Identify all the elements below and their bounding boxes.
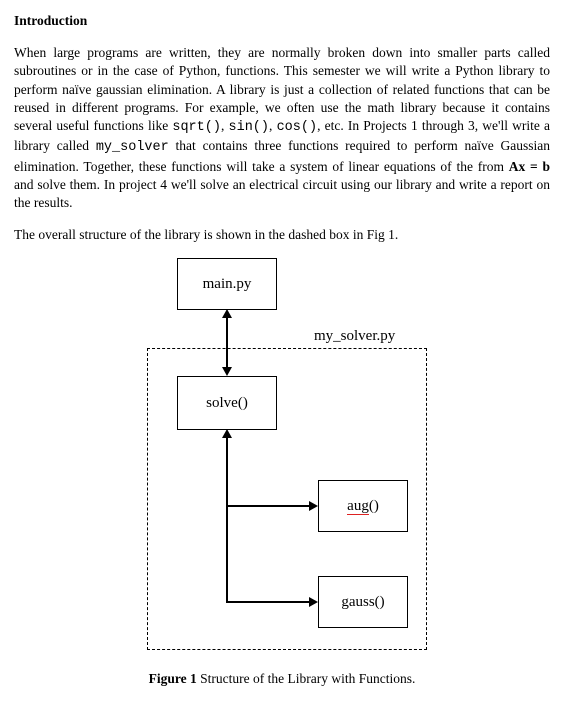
- intro-paragraph-1: When large programs are written, they ar…: [14, 44, 550, 212]
- figure-number: Figure 1: [149, 671, 197, 686]
- box-label: main.py: [203, 274, 252, 294]
- gauss-box: gauss(): [318, 576, 408, 628]
- arrow-up-icon: [222, 309, 232, 318]
- aug-underline: aug: [347, 499, 369, 515]
- connector-line: [226, 505, 310, 507]
- diagram: my_solver.py main.py solve() aug() gauss…: [132, 258, 432, 658]
- arrow-right-icon: [309, 501, 318, 511]
- code-my-solver: my_solver: [96, 140, 169, 155]
- connector-line: [226, 601, 310, 603]
- figure-1: my_solver.py main.py solve() aug() gauss…: [132, 258, 432, 688]
- aug-box: aug(): [318, 480, 408, 532]
- intro-paragraph-2: The overall structure of the library is …: [14, 226, 550, 244]
- text: ,: [221, 118, 229, 133]
- solve-box: solve(): [177, 376, 277, 430]
- code-sin: sin(): [229, 120, 270, 135]
- arrow-right-icon: [309, 597, 318, 607]
- connector-line: [226, 316, 228, 370]
- box-label: solve(): [206, 393, 248, 413]
- text: and solve them. In project 4 we'll solve…: [14, 177, 550, 210]
- connector-line: [226, 436, 228, 602]
- box-label: gauss(): [341, 592, 384, 612]
- equation-axb: Ax = b: [509, 159, 550, 174]
- arrow-down-icon: [222, 367, 232, 376]
- module-label: my_solver.py: [314, 326, 395, 346]
- box-label: aug(): [347, 496, 379, 516]
- figure-caption: Figure 1 Structure of the Library with F…: [132, 670, 432, 688]
- code-cos: cos(): [277, 120, 318, 135]
- aug-paren: (): [369, 498, 379, 514]
- arrow-up-icon: [222, 429, 232, 438]
- code-sqrt: sqrt(): [172, 120, 221, 135]
- main-py-box: main.py: [177, 258, 277, 310]
- figure-caption-text: Structure of the Library with Functions.: [197, 671, 416, 686]
- text: ,: [269, 118, 277, 133]
- section-heading: Introduction: [14, 12, 550, 30]
